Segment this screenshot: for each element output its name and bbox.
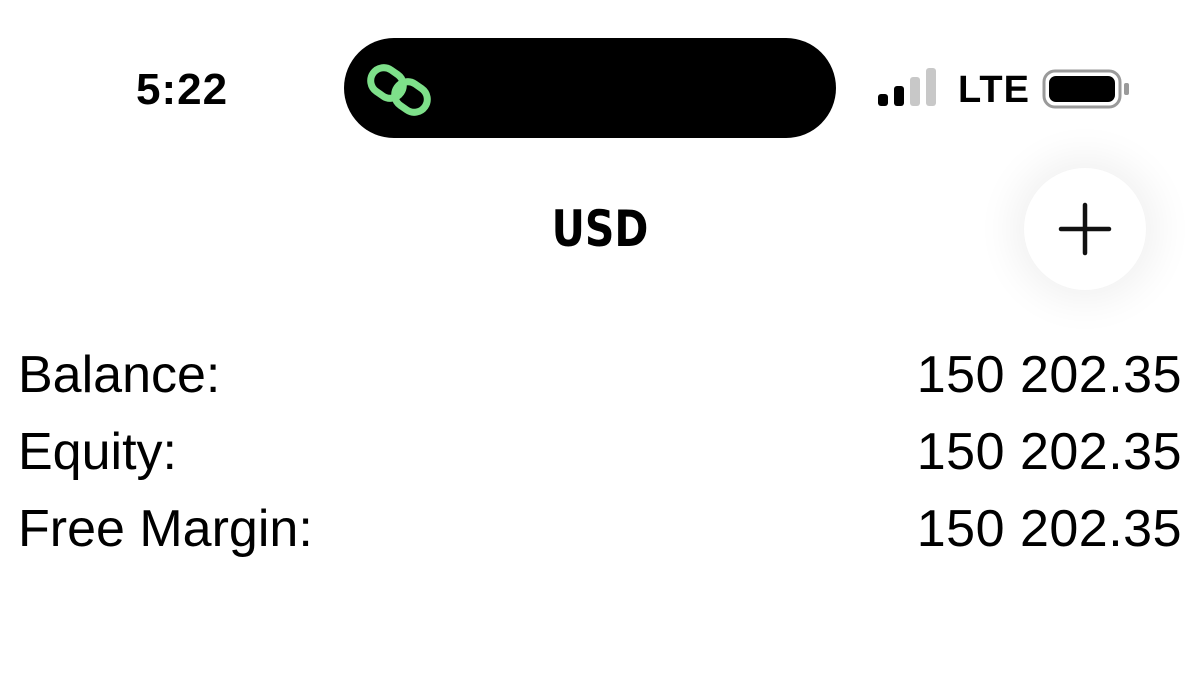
add-button[interactable] [1024, 168, 1146, 290]
page-title: USD [551, 200, 649, 258]
free-margin-value: 150 202.35 [916, 499, 1182, 558]
balance-value: 150 202.35 [916, 345, 1182, 404]
free-margin-row: Free Margin: 150 202.35 [18, 490, 1182, 567]
equity-value: 150 202.35 [916, 422, 1182, 481]
battery-icon [1042, 69, 1129, 109]
link-icon [367, 64, 431, 116]
balance-label: Balance: [18, 345, 221, 404]
balance-row: Balance: 150 202.35 [18, 336, 1182, 413]
dynamic-island[interactable] [344, 38, 836, 138]
equity-row: Equity: 150 202.35 [18, 413, 1182, 490]
equity-label: Equity: [18, 422, 177, 481]
cellular-signal-icon [878, 68, 936, 106]
status-bar-time: 5:22 [136, 65, 229, 114]
network-type: LTE [958, 69, 1030, 111]
account-summary: Balance: 150 202.35 Equity: 150 202.35 F… [18, 336, 1182, 567]
free-margin-label: Free Margin: [18, 499, 313, 558]
plus-icon [1058, 202, 1112, 256]
